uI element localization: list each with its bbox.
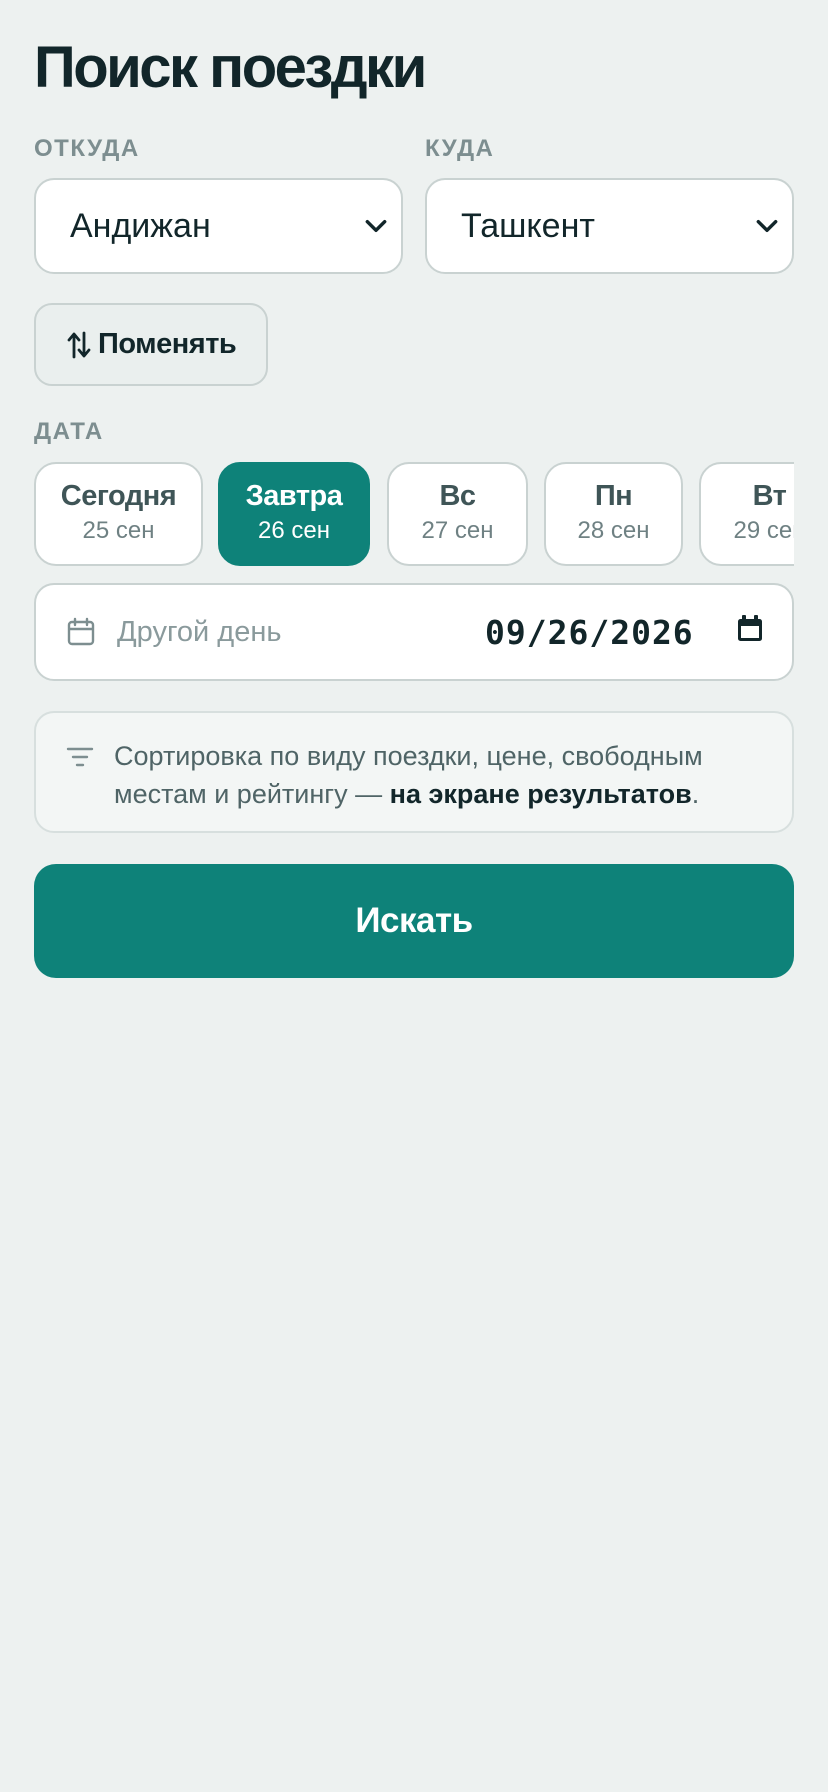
- chip-day: Вс: [439, 480, 476, 512]
- date-label: ДАТА: [34, 418, 104, 445]
- date-input-value[interactable]: 09/26/2026: [485, 613, 694, 652]
- sort-info-box: Сортировка по виду поездки, цене, свобод…: [34, 711, 794, 833]
- to-select-value: Ташкент: [461, 206, 595, 245]
- date-chip-sunday[interactable]: Вс 27 сен: [387, 462, 528, 566]
- date-chip-today[interactable]: Сегодня 25 сен: [34, 462, 203, 566]
- chip-day: Завтра: [245, 480, 343, 512]
- swap-button-label: Поменять: [98, 328, 237, 360]
- sort-info-text: Сортировка по виду поездки, цене, свобод…: [114, 737, 774, 813]
- info-text-bold: на экране результатов: [389, 779, 692, 809]
- date-picker-field[interactable]: Другой день 09/26/2026: [34, 583, 794, 681]
- other-day-label: Другой день: [117, 616, 282, 648]
- search-button[interactable]: Искать: [34, 864, 794, 978]
- to-select[interactable]: Ташкент: [425, 178, 794, 274]
- chevron-down-icon: [365, 219, 387, 233]
- from-select-value: Андижан: [70, 206, 211, 245]
- calendar-icon[interactable]: [735, 614, 765, 644]
- chip-date: 29 сен: [733, 517, 794, 544]
- date-chip-tuesday[interactable]: Вт 29 сен: [699, 462, 794, 566]
- chip-day: Сегодня: [60, 480, 177, 512]
- date-chip-monday[interactable]: Пн 28 сен: [544, 462, 683, 566]
- chip-date: 25 сен: [82, 517, 155, 544]
- to-label: КУДА: [425, 135, 495, 162]
- chip-date: 26 сен: [258, 517, 330, 544]
- info-text-end: .: [691, 779, 700, 809]
- calendar-icon: [67, 617, 95, 646]
- page-title: Поиск поездки: [34, 35, 427, 100]
- from-label: ОТКУДА: [34, 135, 140, 162]
- chip-day: Пн: [594, 480, 633, 512]
- filter-icon: [66, 747, 94, 767]
- chip-date: 28 сен: [577, 517, 650, 544]
- swap-button[interactable]: Поменять: [34, 303, 268, 386]
- chip-date: 27 сен: [421, 517, 494, 544]
- date-chip-row[interactable]: Сегодня 25 сен Завтра 26 сен Вс 27 сен П…: [34, 462, 794, 568]
- swap-arrows-icon: [67, 331, 91, 358]
- chevron-down-icon: [756, 219, 778, 233]
- chip-day: Вт: [752, 480, 787, 512]
- date-chip-tomorrow[interactable]: Завтра 26 сен: [218, 462, 370, 566]
- from-select[interactable]: Андижан: [34, 178, 403, 274]
